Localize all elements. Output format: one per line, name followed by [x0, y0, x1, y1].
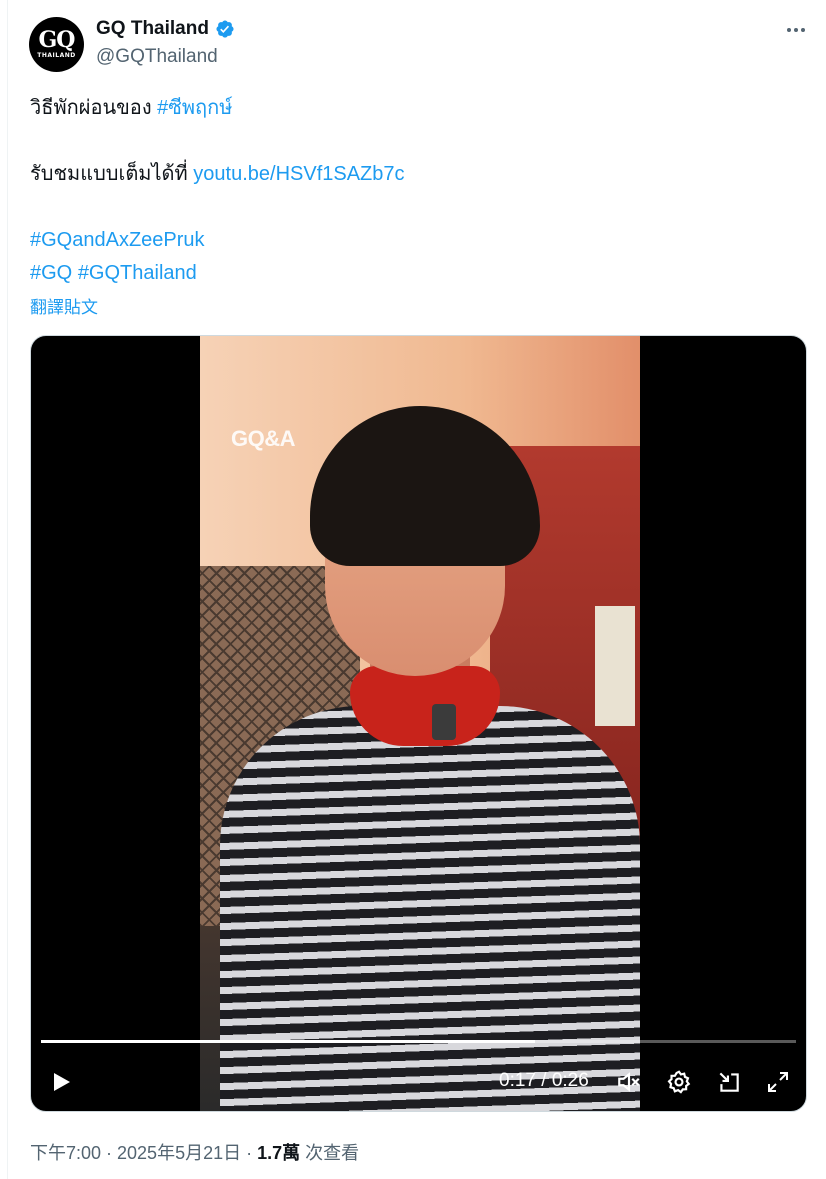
avatar-logo-subtext: THAILAND	[37, 52, 76, 59]
youtube-link[interactable]: youtu.be/HSVf1SAZb7c	[193, 163, 404, 185]
tweet-meta: 下午7:00 · 2025年5月21日 · 1.7萬 次查看	[30, 1139, 359, 1165]
video-progress-fill	[41, 1040, 535, 1043]
volume-button[interactable]	[613, 1066, 645, 1098]
tweet-line-1: วิธีพักผ่อนของ #ซีพฤกษ์	[30, 95, 232, 121]
author-display-name[interactable]: GQ Thailand	[96, 18, 209, 40]
views-label: 次查看	[300, 1143, 360, 1163]
views-count: 1.7萬	[257, 1143, 301, 1163]
hashtag-link[interactable]: #ซีพฤกษ์	[157, 97, 232, 119]
more-dot-icon	[794, 28, 798, 32]
author-handle[interactable]: @GQThailand	[96, 46, 218, 68]
avatar-logo-text: GQ	[38, 27, 76, 53]
play-button[interactable]	[45, 1066, 77, 1098]
pip-icon	[719, 1072, 739, 1092]
tweet-timestamp[interactable]: 下午7:00 · 2025年5月21日 ·	[30, 1143, 257, 1163]
more-dot-icon	[801, 28, 805, 32]
more-dot-icon	[787, 28, 791, 32]
hashtag-link[interactable]: #GQThailand	[78, 262, 197, 284]
video-subject-scarf	[350, 666, 500, 746]
author-name-row: GQ Thailand	[96, 18, 235, 40]
video-background-panel	[595, 606, 635, 726]
video-subject-shirt	[220, 706, 640, 1111]
tweet-text: วิธีพักผ่อนของ	[30, 97, 158, 119]
tweet-line-3: #GQandAxZeePruk	[30, 227, 205, 253]
settings-button[interactable]	[663, 1066, 695, 1098]
tweet-line-2: รับชมแบบเต็มได้ที่ youtu.be/HSVf1SAZb7c	[30, 161, 405, 187]
video-frame[interactable]: GQ&A	[200, 336, 640, 1111]
video-subject-mic	[432, 704, 456, 740]
tweet-line-4: #GQ #GQThailand	[30, 260, 197, 286]
fullscreen-icon	[768, 1072, 788, 1092]
avatar[interactable]: GQ THAILAND	[29, 17, 84, 72]
settings-icon	[667, 1070, 691, 1094]
picture-in-picture-button[interactable]	[713, 1066, 745, 1098]
fullscreen-button[interactable]	[762, 1066, 794, 1098]
translate-post-link[interactable]: 翻譯貼文	[30, 293, 98, 318]
tweet-text: รับชมแบบเต็มได้ที่	[30, 163, 194, 185]
video-watermark: GQ&A	[231, 426, 296, 451]
video-controls: 0:17 / 0:26	[31, 1066, 806, 1100]
play-icon	[54, 1073, 70, 1091]
video-progress-bar[interactable]	[41, 1040, 796, 1043]
hashtag-link[interactable]: #GQ	[30, 262, 72, 284]
hashtag-link[interactable]: #GQandAxZeePruk	[30, 229, 205, 251]
video-time-display: 0:17 / 0:26	[499, 1070, 589, 1091]
more-options-button[interactable]	[784, 20, 808, 40]
video-player[interactable]: GQ&A 0:17 / 0:26	[30, 335, 807, 1112]
timeline-divider	[7, 0, 8, 1179]
verified-badge-icon[interactable]	[215, 19, 235, 39]
volume-icon	[618, 1072, 640, 1092]
